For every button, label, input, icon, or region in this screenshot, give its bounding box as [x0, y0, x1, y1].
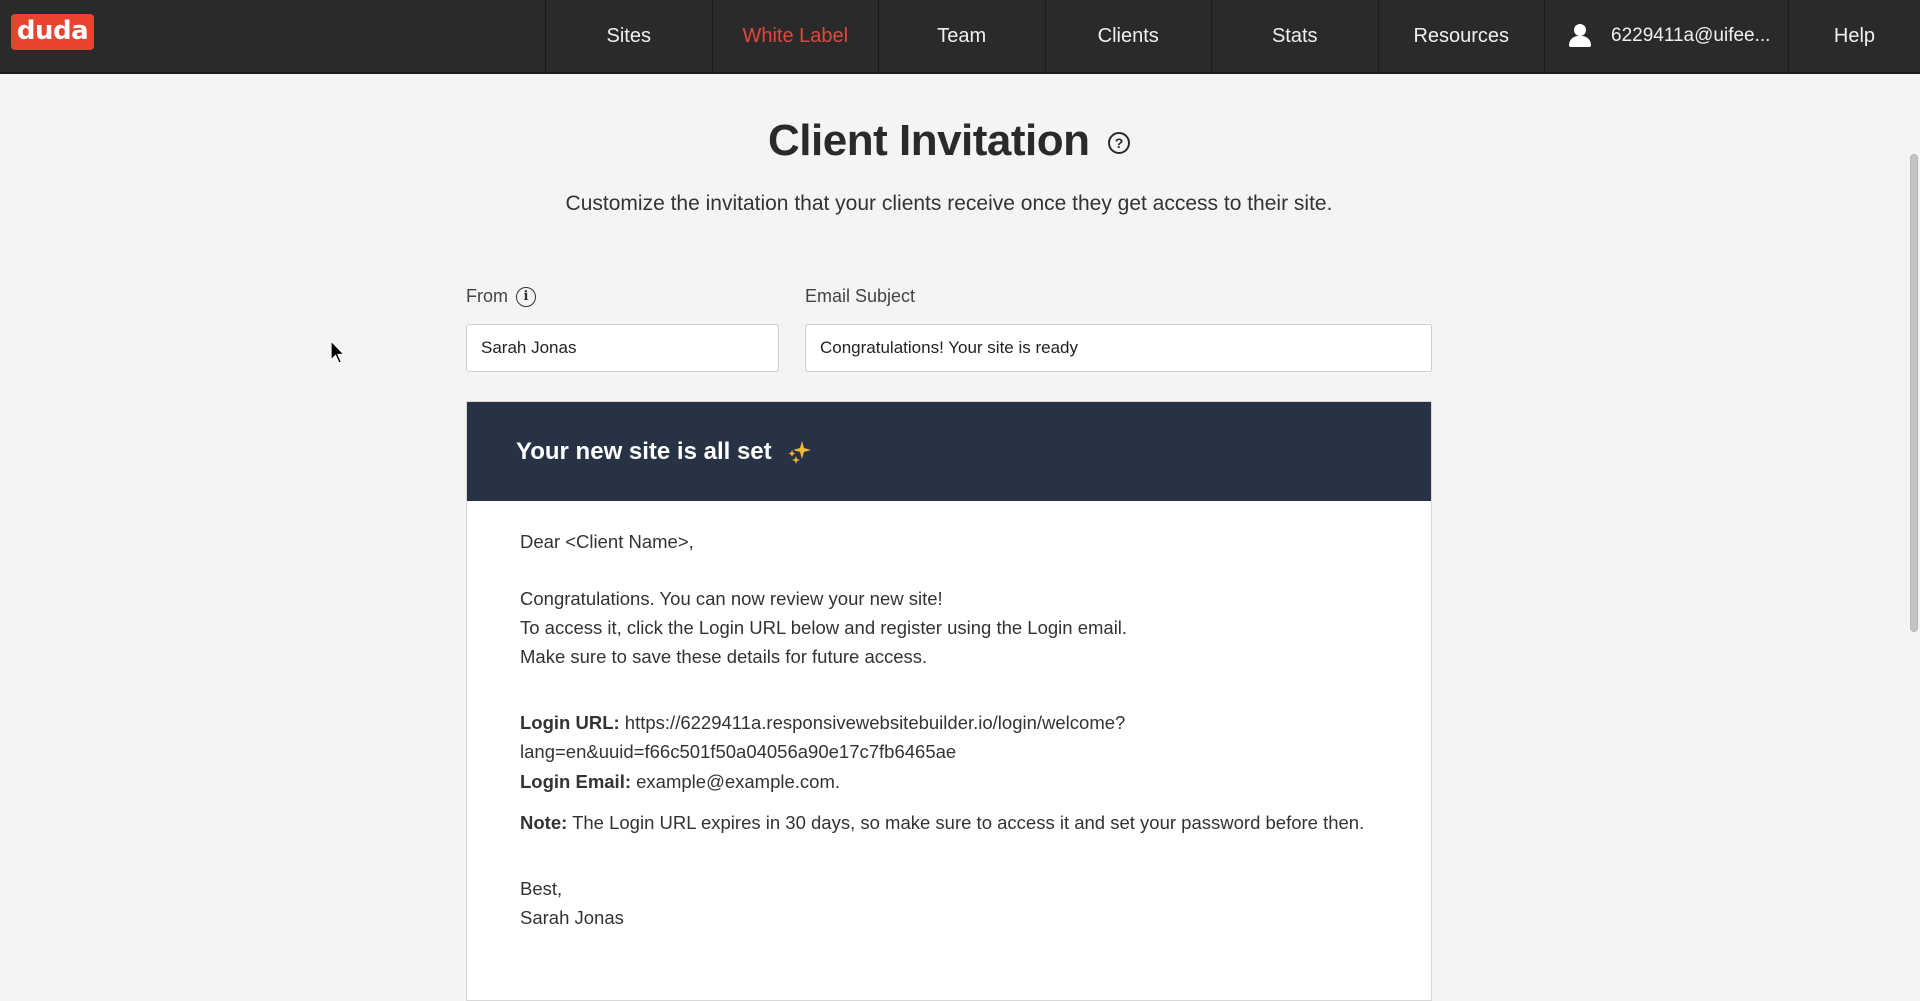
- nav-item-user-account[interactable]: 6229411a@uifee...: [1544, 0, 1788, 72]
- email-line: Congratulations. You can now review your…: [520, 588, 943, 609]
- nav-item-help[interactable]: Help: [1788, 0, 1920, 72]
- email-line: To access it, click the Login URL below …: [520, 617, 1128, 638]
- email-line: Make sure to save these details for futu…: [520, 646, 928, 667]
- email-subject-input[interactable]: [805, 324, 1432, 372]
- from-input[interactable]: [466, 324, 779, 372]
- user-icon: [1569, 24, 1591, 48]
- scrollbar-thumb[interactable]: [1910, 154, 1918, 632]
- nav-menu: Sites White Label Team Clients Stats Res…: [545, 0, 1920, 72]
- login-url-value: https://6229411a.responsivewebsitebuilde…: [619, 712, 1126, 733]
- login-email-value: example@example.com.: [631, 771, 841, 792]
- info-circle-icon[interactable]: i: [516, 286, 536, 307]
- mouse-cursor-icon: [330, 340, 346, 364]
- note-label: Note:: [520, 812, 568, 833]
- email-subject-label: Email Subject: [805, 286, 916, 306]
- nav-item-stats[interactable]: Stats: [1211, 0, 1378, 72]
- nav-item-clients[interactable]: Clients: [1044, 0, 1212, 72]
- page-title: Client Invitation: [768, 116, 1090, 165]
- page-subtitle: Customize the invitation that your clien…: [565, 192, 1333, 215]
- email-signoff: Best,: [520, 878, 563, 899]
- email-preview-body: Dear <Client Name>, Congratulations. You…: [467, 501, 1431, 932]
- nav-item-team[interactable]: Team: [878, 0, 1045, 72]
- login-url-label: Login URL:: [520, 712, 620, 733]
- login-url-continued: lang=en&uuid=f66c501f50a04056a90e17c7fb6…: [520, 741, 957, 762]
- nav-item-sites[interactable]: Sites: [545, 0, 712, 72]
- nav-item-white-label[interactable]: White Label: [711, 0, 879, 72]
- email-greeting: Dear <Client Name>,: [520, 531, 694, 552]
- note-text: The Login URL expires in 30 days, so mak…: [567, 812, 1365, 833]
- email-preview-header: Your new site is all set: [467, 402, 1431, 501]
- page-scrollbar[interactable]: [1906, 74, 1920, 972]
- from-label-text: From: [466, 286, 508, 306]
- duda-logo[interactable]: duda: [11, 14, 94, 50]
- top-navbar: duda Sites White Label Team Clients Stat…: [0, 0, 1920, 74]
- nav-item-resources[interactable]: Resources: [1377, 0, 1545, 72]
- email-preview-card: Your new site is all set Dear <Client Na…: [466, 401, 1432, 1001]
- email-header-title: Your new site is all set: [516, 437, 772, 465]
- email-signature: Sarah Jonas: [520, 907, 624, 928]
- note-line: Note: The Login URL expires in 30 days, …: [520, 808, 1379, 837]
- question-circle-icon[interactable]: ?: [1107, 132, 1130, 154]
- login-url-line: Login URL: https://6229411a.responsivewe…: [520, 708, 1379, 737]
- from-label: From i: [466, 286, 536, 307]
- user-account-label: 6229411a@uifee...: [1611, 25, 1771, 46]
- login-email-line: Login Email: example@example.com.: [520, 767, 1379, 796]
- login-email-label: Login Email:: [520, 771, 631, 792]
- sparkles-icon: [788, 440, 811, 464]
- page-header: Client Invitation ?: [0, 116, 1898, 166]
